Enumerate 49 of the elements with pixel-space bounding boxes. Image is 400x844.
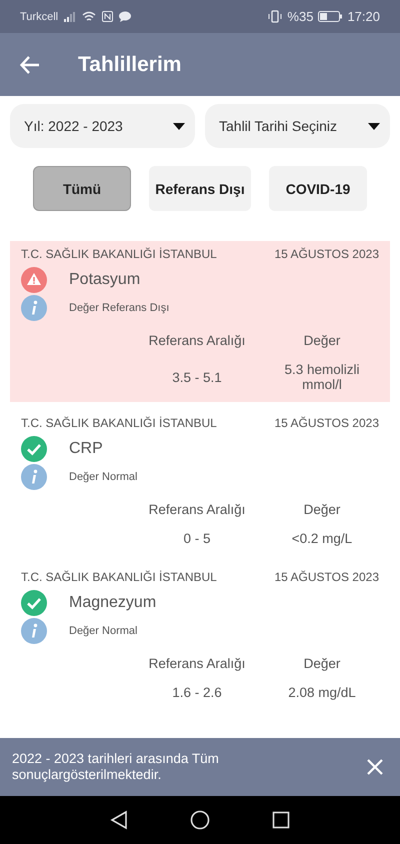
- test-name: Potasyum: [69, 271, 140, 289]
- result-date: 15 AĞUSTOS 2023: [274, 416, 379, 430]
- back-arrow-icon[interactable]: [20, 56, 40, 74]
- reference-range: 3.5 - 5.1: [171, 370, 223, 384]
- reference-range: 1.6 - 2.6: [171, 685, 223, 700]
- result-value: 5.3 hemolizli mmol/l: [283, 362, 361, 392]
- clock-time: 17:20: [347, 9, 380, 24]
- chat-icon: [119, 11, 132, 22]
- recents-square-icon[interactable]: [272, 811, 290, 829]
- page-title: Tahlillerim: [78, 52, 182, 76]
- wifi-icon: [82, 11, 96, 22]
- result-note: Değer Normal: [69, 625, 138, 637]
- lab-name: T.C. SAĞLIK BAKANLIĞI İSTANBUL: [21, 416, 217, 430]
- battery-icon: [318, 11, 342, 22]
- filter-chip[interactable]: Referans Dışı: [149, 166, 251, 211]
- column-header: Değer: [302, 502, 342, 517]
- reference-range: 0 - 5: [182, 531, 212, 546]
- info-icon: [21, 295, 47, 321]
- test-name: Magnezyum: [69, 594, 156, 612]
- info-icon: [21, 618, 47, 644]
- info-icon: [21, 464, 47, 490]
- nfc-icon: [102, 11, 114, 22]
- filter-chip[interactable]: COVID-19: [269, 166, 367, 211]
- carrier-name: Turkcell: [20, 10, 58, 22]
- back-triangle-icon[interactable]: [110, 810, 128, 830]
- column-header: Değer: [302, 333, 342, 348]
- test-name: CRP: [69, 440, 103, 458]
- dropdown[interactable]: Yıl: 2022 - 2023: [10, 104, 195, 148]
- result-note: Değer Referans Dışı: [69, 302, 170, 314]
- result-date: 15 AĞUSTOS 2023: [274, 570, 379, 584]
- result-value: <0.2 mg/L: [290, 531, 354, 546]
- battery-percent: %35: [287, 9, 314, 24]
- column-header: Değer: [302, 656, 342, 671]
- dropdown[interactable]: Tahlil Tarihi Seçiniz: [205, 104, 390, 148]
- vibrate-icon: [268, 10, 282, 23]
- snackbar-message: 2022 - 2023 tarihleri arasında Tüm sonuçlargösterilmektedir.: [12, 750, 220, 784]
- filter-chip[interactable]: Tümü: [33, 166, 131, 211]
- result-date: 15 AĞUSTOS 2023: [274, 247, 379, 261]
- lab-name: T.C. SAĞLIK BAKANLIĞI İSTANBUL: [21, 570, 217, 584]
- home-circle-icon[interactable]: [190, 810, 210, 830]
- lab-name: T.C. SAĞLIK BAKANLIĞI İSTANBUL: [21, 247, 217, 261]
- column-header: Referans Aralığı: [148, 656, 246, 671]
- caret-icon: [173, 122, 185, 130]
- caret-icon: [368, 122, 380, 130]
- column-header: Referans Aralığı: [148, 502, 246, 517]
- result-note: Değer Normal: [69, 471, 138, 483]
- column-header: Referans Aralığı: [148, 333, 246, 348]
- result-value: 2.08 mg/dL: [287, 685, 357, 700]
- signal-icon: [64, 12, 76, 22]
